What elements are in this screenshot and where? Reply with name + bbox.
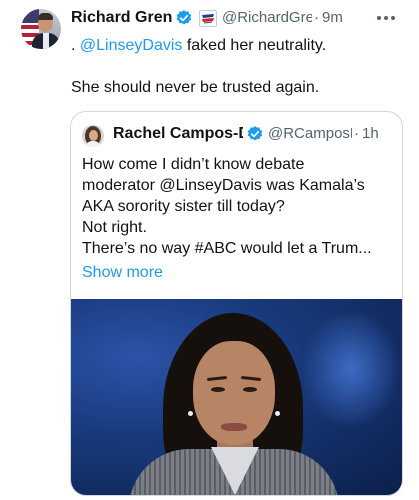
person-mouth xyxy=(221,423,247,431)
quoted-tweet[interactable]: Rachel Campos-Duffy @RCamposDuffy · 1h H… xyxy=(70,111,403,496)
quoted-text-line: There’s no way #ABC would let a Trum... xyxy=(82,240,372,257)
text-suffix: faked her neutrality. xyxy=(182,37,327,54)
person-eye-left xyxy=(211,387,225,392)
tweet-timestamp[interactable]: 9m xyxy=(322,8,343,28)
separator-dot: · xyxy=(314,9,319,26)
quoted-text-line: AKA sorority sister till today? xyxy=(82,198,285,215)
q-avatar-top xyxy=(86,141,100,147)
author-handle[interactable]: @RichardGrenell xyxy=(222,8,312,28)
avatar-shirt xyxy=(43,33,49,49)
more-options-icon[interactable] xyxy=(371,9,401,27)
organization-badge-icon xyxy=(199,10,217,27)
quoted-author-name: Rachel Campos-Duffy xyxy=(113,125,243,142)
quoted-author-avatar xyxy=(82,125,104,147)
background-glow xyxy=(301,309,401,429)
tweet-text-line-2: She should never be trusted again. xyxy=(71,79,320,96)
quoted-timestamp: 1h xyxy=(362,125,379,142)
tweet[interactable]: Richard Grenell @RichardGrenell · 9m . @… xyxy=(0,0,419,500)
show-more-link[interactable]: Show more xyxy=(82,262,163,283)
person-eye-right xyxy=(243,387,257,392)
tweet-header: Richard Grenell @RichardGrenell · 9m xyxy=(71,8,411,30)
person-earring-right xyxy=(275,411,280,416)
quoted-text-line: Not right. xyxy=(82,219,147,236)
separator-dot: · xyxy=(354,125,359,142)
quoted-text-line: moderator @LinseyDavis was Kamala’s xyxy=(82,177,365,194)
quoted-author-handle: @RCamposDuffy xyxy=(268,125,352,142)
author-avatar[interactable] xyxy=(21,9,61,49)
author-name[interactable]: Richard Grenell xyxy=(71,8,172,28)
quoted-media-image[interactable] xyxy=(71,299,402,495)
verified-badge-icon xyxy=(176,10,192,25)
text-prefix: . xyxy=(71,37,80,54)
tweet-text-line-1: . @LinseyDavis faked her neutrality. xyxy=(71,35,326,56)
avatar-hair xyxy=(38,13,53,20)
verified-badge-icon xyxy=(247,126,263,141)
mention-link[interactable]: @LinseyDavis xyxy=(80,37,183,54)
person-earring-left xyxy=(188,411,193,416)
q-avatar-face xyxy=(89,130,98,141)
quoted-text-line: How come I didn’t know debate xyxy=(82,156,305,173)
